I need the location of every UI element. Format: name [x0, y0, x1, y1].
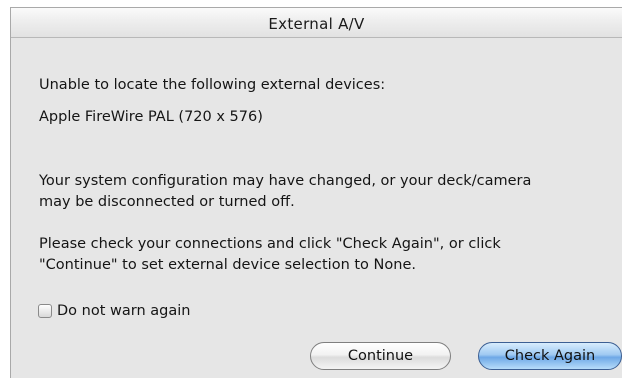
- message-heading: Unable to locate the following external …: [39, 77, 386, 93]
- check-again-button[interactable]: Check Again: [478, 342, 622, 370]
- title-bar[interactable]: External A/V: [11, 8, 622, 38]
- device-name: Apple FireWire PAL (720 x 576): [39, 109, 263, 125]
- do-not-warn-row[interactable]: Do not warn again: [38, 303, 190, 319]
- message-instructions: Please check your connections and click …: [39, 236, 501, 273]
- message-configuration: Your system configuration may have chang…: [39, 173, 532, 210]
- window-title: External A/V: [268, 15, 365, 33]
- do-not-warn-checkbox[interactable]: [38, 304, 52, 318]
- do-not-warn-label[interactable]: Do not warn again: [57, 303, 190, 319]
- alert-dialog: External A/V Unable to locate the follow…: [10, 7, 622, 378]
- continue-button[interactable]: Continue: [310, 342, 451, 370]
